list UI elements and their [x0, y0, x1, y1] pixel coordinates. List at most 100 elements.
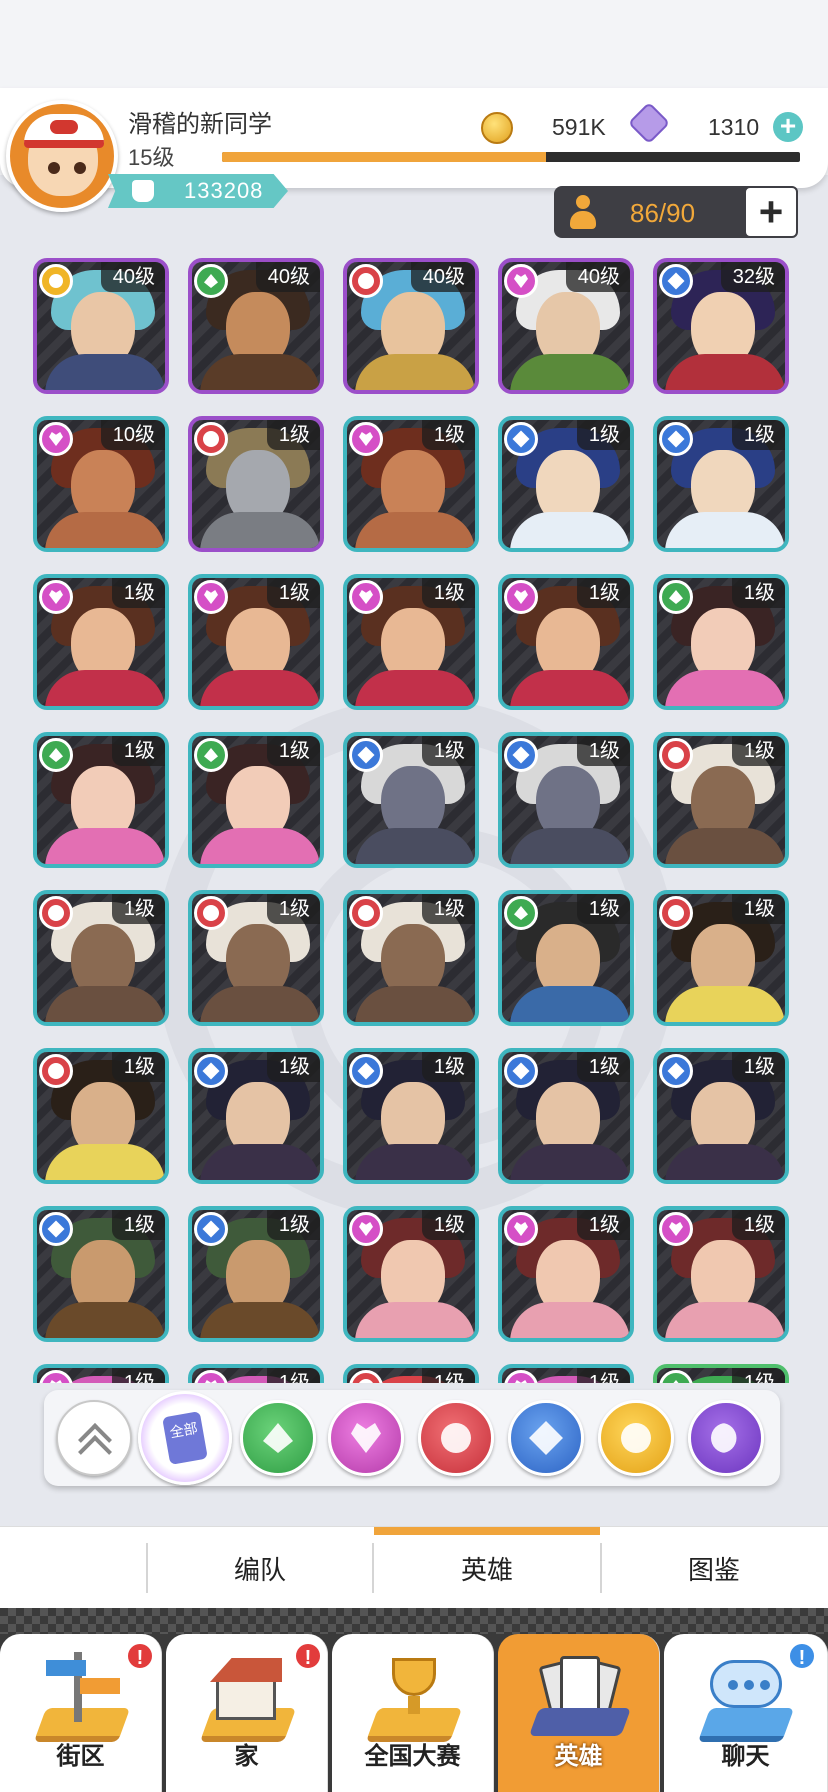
hero-card[interactable]: 10级: [33, 416, 169, 552]
hero-card[interactable]: 1级: [188, 732, 324, 868]
hero-card[interactable]: 1级: [33, 574, 169, 710]
hero-level: 32级: [720, 262, 785, 292]
heart-element-icon: [39, 580, 73, 614]
avatar-eye: [74, 162, 86, 174]
hero-card[interactable]: 1级: [343, 732, 479, 868]
tab-codex[interactable]: 图鉴: [602, 1527, 826, 1609]
avatar-cap: [24, 114, 104, 148]
hero-card[interactable]: 40级: [33, 258, 169, 394]
home-notification-badge: !: [294, 1642, 322, 1670]
filter-flower-button[interactable]: [418, 1400, 494, 1476]
hero-card[interactable]: 1级: [343, 1048, 479, 1184]
filter-diamond-button[interactable]: [508, 1400, 584, 1476]
tab-heroes[interactable]: 英雄: [374, 1527, 600, 1609]
diamond-element-icon: [194, 1054, 228, 1088]
hero-level: 1级: [731, 894, 785, 924]
player-header: [0, 88, 828, 188]
nav-item-heroes[interactable]: 英雄: [498, 1634, 660, 1792]
hero-cards-icon: [528, 1652, 632, 1744]
hero-card[interactable]: 1级: [498, 1364, 634, 1383]
nav-item-home[interactable]: ! 家: [166, 1634, 328, 1792]
hero-level: 1级: [266, 736, 320, 766]
hero-card[interactable]: 1级: [188, 574, 324, 710]
hero-card[interactable]: 1级: [653, 1048, 789, 1184]
chat-notification-badge: !: [788, 1642, 816, 1670]
hero-card[interactable]: 1级: [343, 574, 479, 710]
hero-card[interactable]: 1级: [498, 890, 634, 1026]
hero-card[interactable]: 1级: [188, 1206, 324, 1342]
hero-level: 40级: [410, 262, 475, 292]
hero-level: 1级: [266, 1052, 320, 1082]
hero-card[interactable]: 1级: [343, 416, 479, 552]
hero-card[interactable]: 1级: [33, 1206, 169, 1342]
gem-value: 1310: [708, 114, 760, 140]
hero-card[interactable]: 1级: [653, 574, 789, 710]
element-filter-bar: 全部: [44, 1390, 780, 1486]
hero-card[interactable]: 1级: [498, 1206, 634, 1342]
hero-card[interactable]: 1级: [188, 416, 324, 552]
filter-all-button[interactable]: 全部: [138, 1391, 232, 1485]
hero-card[interactable]: 1级: [653, 1364, 789, 1383]
flower-element-icon: [39, 1054, 73, 1088]
hero-card[interactable]: 1级: [343, 1364, 479, 1383]
tab-team[interactable]: 编队: [148, 1527, 372, 1609]
player-avatar[interactable]: [6, 100, 118, 212]
hero-card[interactable]: 1级: [498, 416, 634, 552]
hero-card[interactable]: 1级: [498, 1048, 634, 1184]
hero-level: 1级: [731, 1210, 785, 1240]
hero-card[interactable]: 32级: [653, 258, 789, 394]
hero-card[interactable]: 1级: [33, 732, 169, 868]
hero-level: 1级: [266, 420, 320, 450]
hero-card[interactable]: 1级: [498, 574, 634, 710]
exp-bar-fill: [222, 152, 546, 162]
hero-level: 40级: [565, 262, 630, 292]
hero-level: 1级: [576, 1368, 630, 1383]
nav-item-district[interactable]: ! 街区: [0, 1634, 162, 1792]
coin-value: 591K: [552, 114, 606, 140]
hero-card[interactable]: 1级: [188, 1364, 324, 1383]
hero-card[interactable]: 1级: [33, 890, 169, 1026]
hero-card[interactable]: 1级: [188, 1048, 324, 1184]
hero-card[interactable]: 1级: [653, 890, 789, 1026]
nav-item-championship[interactable]: 全国大赛: [332, 1634, 494, 1792]
filter-moon-button[interactable]: [688, 1400, 764, 1476]
hero-card[interactable]: 40级: [343, 258, 479, 394]
hero-card[interactable]: 1级: [653, 416, 789, 552]
hero-level: 1级: [576, 894, 630, 924]
power-value: 133208: [184, 178, 264, 203]
double-chevron-up-icon[interactable]: [56, 1400, 132, 1476]
hero-card[interactable]: 40级: [188, 258, 324, 394]
hero-card[interactable]: 1级: [653, 1206, 789, 1342]
exp-bar: [222, 152, 800, 162]
hero-card[interactable]: 1级: [33, 1364, 169, 1383]
filter-heart-button[interactable]: [328, 1400, 404, 1476]
hero-card[interactable]: 1级: [653, 732, 789, 868]
hero-card[interactable]: 1级: [498, 732, 634, 868]
hero-level: 1级: [731, 1052, 785, 1082]
leaf-element-icon: [194, 264, 228, 298]
hero-level: 1级: [421, 420, 475, 450]
flower-element-icon: [194, 896, 228, 930]
fist-icon: [132, 180, 154, 202]
nav-item-chat[interactable]: ! 聊天: [664, 1634, 828, 1792]
sun-icon: [621, 1423, 651, 1453]
filter-sun-button[interactable]: [598, 1400, 674, 1476]
hero-card[interactable]: 40级: [498, 258, 634, 394]
flower-element-icon: [659, 738, 693, 772]
add-gem-button[interactable]: +: [773, 112, 803, 142]
hero-card[interactable]: 1级: [188, 890, 324, 1026]
diamond-element-icon: [504, 738, 538, 772]
diamond-element-icon: [39, 1212, 73, 1246]
hero-card[interactable]: 1级: [343, 1206, 479, 1342]
filter-all-label: 全部: [168, 1419, 199, 1441]
hero-level: 1级: [731, 578, 785, 608]
hero-card[interactable]: 1级: [33, 1048, 169, 1184]
hero-level: 1级: [111, 736, 165, 766]
diamond-element-icon: [194, 1212, 228, 1246]
hero-card[interactable]: 1级: [343, 890, 479, 1026]
spade-leaf-icon: [263, 1423, 293, 1453]
filter-leaf-button[interactable]: [240, 1400, 316, 1476]
leaf-element-icon: [659, 580, 693, 614]
flower-element-icon: [349, 896, 383, 930]
add-slot-button[interactable]: +: [744, 186, 798, 238]
